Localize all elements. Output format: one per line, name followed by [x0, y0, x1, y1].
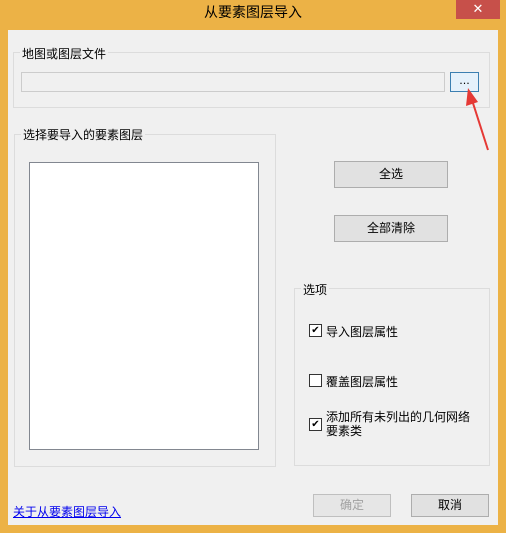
annotation-arrow-icon — [466, 88, 489, 151]
dialog-window: 从要素图层导入 ✕ 地图或图层文件 ... 选择要导入的要素图层 全选 全部清除… — [0, 0, 506, 533]
